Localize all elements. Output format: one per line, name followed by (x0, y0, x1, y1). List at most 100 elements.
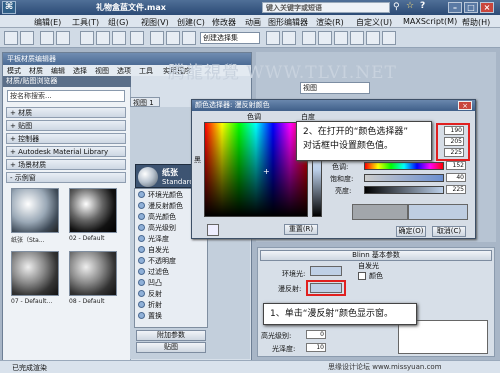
view-dropdown[interactable]: 视图 (300, 82, 370, 94)
menu-animation[interactable]: 动画 (245, 17, 261, 28)
render-setup-icon[interactable] (366, 31, 380, 45)
menu-tools-mat[interactable]: 工具 (139, 66, 153, 76)
menu-view-mat[interactable]: 视图 (95, 66, 109, 76)
slot-reflection[interactable]: 反射 (138, 289, 208, 300)
mirror-icon[interactable] (266, 31, 280, 45)
angle-snap-icon[interactable] (150, 31, 164, 45)
scale-icon[interactable] (112, 31, 126, 45)
menu-help[interactable]: 帮助(H) (462, 17, 490, 28)
selection-set-dropdown[interactable]: 创建选择集 (200, 32, 260, 44)
extra-params-rollout[interactable]: 附加参数 (136, 330, 206, 341)
help-icon[interactable]: ? (420, 1, 425, 11)
browser-search-input[interactable]: 按名称搜索... (7, 90, 125, 102)
move-icon[interactable] (80, 31, 94, 45)
layer-icon[interactable] (302, 31, 316, 45)
hue-slider[interactable] (364, 162, 444, 170)
group-maps[interactable]: + 贴图 (6, 120, 126, 131)
menu-graph-editors[interactable]: 图形编辑器 (268, 17, 308, 28)
group-label: 贴图 (18, 122, 33, 130)
thumb-label: 07 - Default... (11, 298, 53, 305)
sat-slider[interactable] (364, 174, 444, 182)
slot-opacity[interactable]: 不透明度 (138, 256, 208, 267)
group-scene-materials[interactable]: + 场景材质 (6, 159, 126, 170)
socket-icon (138, 257, 145, 264)
slot-filter[interactable]: 过滤色 (138, 267, 208, 278)
binoculars-icon[interactable]: ⚲ (393, 2, 400, 12)
maximize-button[interactable]: □ (464, 2, 478, 13)
rotate-icon[interactable] (96, 31, 110, 45)
slot-label: 环境光颜色 (148, 191, 183, 199)
group-autodesk-library[interactable]: + Autodesk Material Library (6, 146, 126, 157)
menu-modifiers[interactable]: 修改器 (212, 17, 236, 28)
align-icon[interactable] (282, 31, 296, 45)
undo-icon[interactable] (4, 31, 18, 45)
ok-button[interactable]: 确定(O) (396, 226, 426, 237)
slot-refraction[interactable]: 折射 (138, 300, 208, 311)
curve-editor-icon[interactable] (318, 31, 332, 45)
menu-maxscript[interactable]: MAXScript(M) (403, 17, 457, 26)
ambient-swatch[interactable] (310, 266, 342, 276)
hue-value[interactable]: 152 (446, 161, 466, 170)
spec-level-value[interactable]: 0 (306, 330, 326, 339)
blinn-rollout-title[interactable]: Blinn 基本参数 (260, 250, 492, 261)
dialog-close-button[interactable]: × (458, 101, 472, 110)
menu-tools[interactable]: 工具(T) (72, 17, 99, 28)
val-slider[interactable] (364, 186, 444, 194)
reset-button[interactable]: 重置(R) (284, 224, 318, 235)
sat-value[interactable]: 40 (446, 173, 466, 182)
eyedropper-icon[interactable] (207, 224, 219, 236)
app-logo-icon[interactable]: ⌘ (2, 1, 16, 14)
menu-options[interactable]: 选项 (117, 66, 131, 76)
close-button[interactable]: × (480, 2, 494, 13)
maps-rollout[interactable]: 贴图 (136, 342, 206, 353)
redo-icon[interactable] (20, 31, 34, 45)
slot-label: 漫反射颜色 (148, 202, 183, 210)
menu-material[interactable]: 材质 (29, 66, 43, 76)
percent-snap-icon[interactable] (166, 31, 180, 45)
menu-view[interactable]: 视图(V) (141, 17, 169, 28)
old-color-swatch (352, 204, 408, 220)
material-thumb[interactable] (69, 251, 117, 296)
dialog-title: 颜色选择器: 漫反射颜色 (192, 100, 475, 111)
material-thumb[interactable] (11, 188, 59, 233)
render-icon[interactable] (382, 31, 396, 45)
group-sample-slots[interactable]: - 示例窗 (6, 172, 126, 183)
select-icon[interactable] (40, 31, 54, 45)
search-input[interactable]: 键入关键字或短语 (262, 2, 390, 13)
menu-edit[interactable]: 编辑(E) (34, 17, 61, 28)
tab-view-1[interactable]: 视图 1 (130, 97, 160, 107)
green-value[interactable]: 205 (444, 137, 464, 146)
menu-customize[interactable]: 自定义(U) (356, 17, 392, 28)
slot-self-illum[interactable]: 自发光 (138, 245, 208, 256)
gloss-value[interactable]: 10 (306, 343, 326, 352)
menu-mode[interactable]: 模式 (7, 66, 21, 76)
cancel-button[interactable]: 取消(C) (432, 226, 466, 237)
site-watermark: 思缘设计论坛 www.missyuan.com (328, 363, 442, 371)
slot-bump[interactable]: 凹凸 (138, 278, 208, 289)
menu-bar: 编辑(E) 工具(T) 组(G) 视图(V) 创建(C) 修改器 动画 图形编辑… (0, 15, 500, 28)
red-value[interactable]: 190 (444, 126, 464, 135)
group-controllers[interactable]: + 控制器 (6, 133, 126, 144)
main-toolbar: 创建选择集 (0, 28, 500, 48)
hue-spectrum[interactable] (204, 122, 308, 217)
menu-rendering[interactable]: 渲染(R) (316, 17, 344, 28)
material-thumb[interactable] (11, 251, 59, 296)
blue-value[interactable]: 225 (444, 148, 464, 157)
schematic-icon[interactable] (334, 31, 348, 45)
snap-icon[interactable] (130, 31, 144, 45)
menu-select[interactable]: 选择 (73, 66, 87, 76)
slot-displacement[interactable]: 置换 (138, 311, 208, 322)
minimize-button[interactable]: – (448, 2, 462, 13)
val-value[interactable]: 225 (446, 185, 466, 194)
material-editor-icon[interactable] (350, 31, 364, 45)
menu-edit-mat[interactable]: 编辑 (51, 66, 65, 76)
star-icon[interactable]: ☆ (406, 1, 414, 11)
spinner-snap-icon[interactable] (182, 31, 196, 45)
menu-group[interactable]: 组(G) (108, 17, 128, 28)
group-materials[interactable]: + 材质 (6, 107, 126, 118)
menu-create[interactable]: 创建(C) (177, 17, 205, 28)
diffuse-swatch[interactable] (310, 283, 342, 293)
material-thumb[interactable] (69, 188, 117, 233)
color-checkbox[interactable] (358, 272, 366, 280)
select-region-icon[interactable] (56, 31, 70, 45)
